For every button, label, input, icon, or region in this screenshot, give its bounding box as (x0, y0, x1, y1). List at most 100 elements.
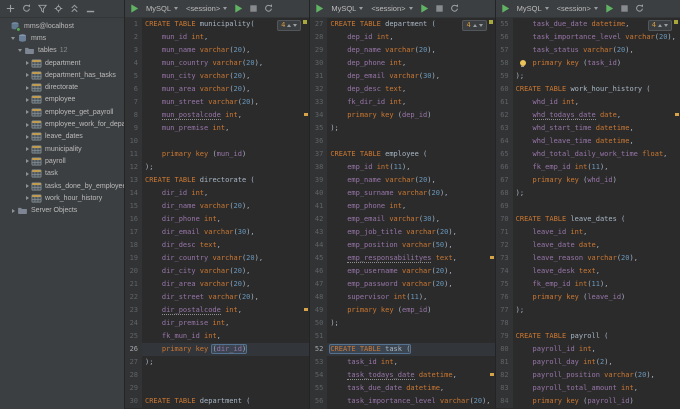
code-line-63[interactable]: 63 whd_start_time datetime, (495, 122, 680, 135)
code-line-33[interactable]: 33 fk_dir_id int, (310, 96, 494, 109)
code-line-3[interactable]: 3 mun_name varchar(20), (125, 44, 309, 57)
code-line-65[interactable]: 65 whd_total_daily_work_time float, (495, 148, 680, 161)
tree-item-mms-localhost[interactable]: mms@localhost (0, 20, 124, 32)
code-line-42[interactable]: 42 emp_email varchar(30), (310, 213, 494, 226)
inspection-status-icon[interactable] (303, 20, 308, 24)
code-line-67[interactable]: 67 primary key (whd_id) (495, 174, 680, 187)
code-line-26[interactable]: 26 primary key (dir_id) (125, 343, 310, 356)
tree-item-server-objects[interactable]: Server Objects (0, 204, 124, 216)
inspection-status-icon[interactable] (488, 20, 493, 24)
code-line-9[interactable]: 9 mun_premise int, (125, 122, 309, 135)
code-line-44[interactable]: 44 emp_position varchar(50), (310, 239, 494, 252)
chevron-right-icon[interactable] (23, 110, 31, 115)
code-line-76[interactable]: 76 primary key (leave_id) (495, 291, 680, 304)
code-line-36[interactable]: 36 (310, 135, 494, 148)
tree-item-tables[interactable]: tables 12 (0, 45, 124, 57)
chevron-right-icon[interactable] (23, 147, 31, 152)
code-line-32[interactable]: 32 dep_desc text, (310, 83, 494, 96)
chevron-right-icon[interactable] (23, 159, 31, 164)
tree-item-tasks-done-by-employee[interactable]: tasks_done_by_employee (0, 180, 124, 192)
run-button[interactable] (499, 2, 512, 15)
run-button[interactable] (128, 2, 141, 15)
tree-item-payroll[interactable]: payroll (0, 155, 124, 167)
code-line-73[interactable]: 73 leave_reason varchar(20), (495, 252, 680, 265)
code-line-37[interactable]: 37 CREATE TABLE employee ( (310, 148, 494, 161)
code-line-58[interactable]: 58 primary key (task_id) (495, 57, 680, 70)
error-stripe-mark[interactable] (489, 256, 494, 259)
next-warning-icon[interactable] (478, 24, 483, 27)
stop-button[interactable] (433, 2, 446, 15)
refresh-button[interactable] (633, 2, 646, 15)
code-line-56[interactable]: 56 task_importance_level varchar(20), (495, 31, 680, 44)
tree-item-directorate[interactable]: directorate (0, 81, 124, 93)
lightbulb-icon[interactable] (519, 60, 526, 67)
code-line-46[interactable]: 46 emp_username varchar(20), (310, 265, 494, 278)
execute-button[interactable] (418, 2, 431, 15)
code-line-62[interactable]: 62 whd_todays_date date, (495, 109, 680, 122)
code-line-69[interactable]: 69 (495, 200, 680, 213)
code-line-31[interactable]: 31 dep_email varchar(30), (310, 70, 494, 83)
code-line-41[interactable]: 41 emp_phone int, (310, 200, 494, 213)
code-line-28[interactable]: 28 (125, 369, 309, 382)
code-line-35[interactable]: 35); (310, 122, 494, 135)
code-line-20[interactable]: 20 dir_city varchar(20), (125, 265, 309, 278)
inspection-widget[interactable]: 4 (462, 20, 487, 31)
code-line-68[interactable]: 68); (495, 187, 680, 200)
code-line-38[interactable]: 38 emp_id int(11), (310, 161, 494, 174)
prev-warning-icon[interactable] (472, 24, 477, 27)
code-line-24[interactable]: 24 dir_premise int, (125, 317, 309, 330)
session-selector[interactable]: <session> (554, 3, 601, 14)
dialect-selector[interactable]: MySQL (328, 3, 366, 14)
execute-button[interactable] (232, 2, 245, 15)
error-stripe-mark[interactable] (304, 113, 309, 116)
code-line-57[interactable]: 57 task_status varchar(20), (495, 44, 680, 57)
chevron-right-icon[interactable] (23, 97, 31, 102)
code-line-83[interactable]: 83 payroll_total_amount int, (495, 382, 680, 395)
code-line-17[interactable]: 17 dir_email varchar(30), (125, 226, 309, 239)
code-line-61[interactable]: 61 whd_id int, (495, 96, 680, 109)
code-line-16[interactable]: 16 dir_phone int, (125, 213, 309, 226)
tree-item-municipality[interactable]: municipality (0, 143, 124, 155)
next-warning-icon[interactable] (663, 24, 668, 27)
chevron-down-icon[interactable] (9, 36, 17, 40)
inspection-status-icon[interactable] (673, 20, 678, 24)
run-button[interactable] (313, 2, 326, 15)
chevron-right-icon[interactable] (23, 134, 31, 139)
code-line-25[interactable]: 25 fk_mun_id int, (125, 330, 309, 343)
tree-item-leave-dates[interactable]: leave_dates (0, 131, 124, 143)
code-line-77[interactable]: 77); (495, 304, 680, 317)
chevron-right-icon[interactable] (23, 184, 31, 188)
chevron-right-icon[interactable] (23, 171, 31, 176)
code-line-12[interactable]: 12); (125, 161, 309, 174)
code-line-52[interactable]: 52 CREATE TABLE task ( (310, 343, 495, 356)
chevron-right-icon[interactable] (23, 122, 31, 127)
code-line-45[interactable]: 45 emp_responsabilityes text, (310, 252, 494, 265)
sql-editor[interactable]: 55 task_due_date datetime, 56 task_import… (495, 18, 680, 409)
code-line-2[interactable]: 2 mun_id int, (125, 31, 309, 44)
code-line-56[interactable]: 56 task_importance_level varchar(20), (310, 395, 494, 408)
code-line-80[interactable]: 80 payroll_id int, (495, 343, 680, 356)
code-line-47[interactable]: 47 emp_password varchar(20), (310, 278, 494, 291)
tree-item-employee[interactable]: employee (0, 94, 124, 106)
tree-item-task[interactable]: task (0, 168, 124, 180)
code-line-48[interactable]: 48 supervisor int(11), (310, 291, 494, 304)
code-line-30[interactable]: 30 dep_phone int, (310, 57, 494, 70)
code-line-21[interactable]: 21 dir_area varchar(20), (125, 278, 309, 291)
code-line-10[interactable]: 10 (125, 135, 309, 148)
settings-icon[interactable] (52, 2, 65, 15)
code-line-55[interactable]: 55 task_due_date datetime, (310, 382, 494, 395)
code-line-13[interactable]: 13 CREATE TABLE directorate ( (125, 174, 309, 187)
code-line-59[interactable]: 59); (495, 70, 680, 83)
code-line-64[interactable]: 64 whd_leave_time datetime, (495, 135, 680, 148)
code-line-40[interactable]: 40 emp_surname varchar(20), (310, 187, 494, 200)
code-line-66[interactable]: 66 fk_emp_id int(11), (495, 161, 680, 174)
dialect-selector[interactable]: MySQL (514, 3, 552, 14)
add-icon[interactable] (4, 2, 17, 15)
code-line-4[interactable]: 4 mun_country varchar(20), (125, 57, 309, 70)
code-line-84[interactable]: 84 primary key (payroll_id) (495, 395, 680, 408)
code-line-29[interactable]: 29 (125, 382, 309, 395)
code-line-34[interactable]: 34 primary key (dep_id) (310, 109, 494, 122)
code-line-43[interactable]: 43 emp_job_title varchar(20), (310, 226, 494, 239)
chevron-right-icon[interactable] (9, 208, 17, 213)
code-line-11[interactable]: 11 primary key (mun_id) (125, 148, 309, 161)
